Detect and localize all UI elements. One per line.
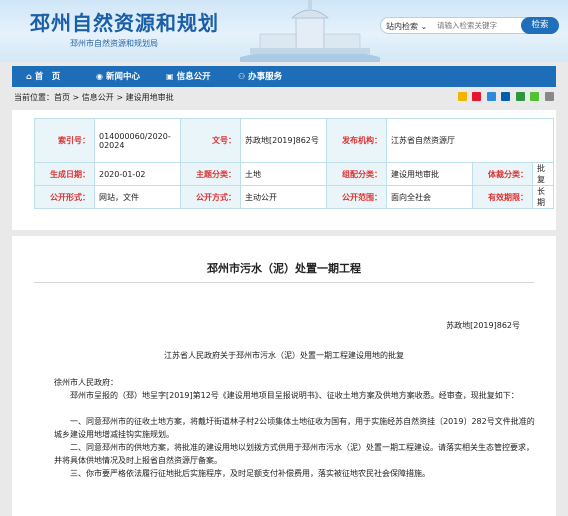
form-label: 公开形式： [34, 185, 95, 209]
term-label: 有效期限： [472, 185, 533, 209]
scope-value: 面向全社会 [386, 185, 473, 209]
form-value: 网站，文件 [94, 185, 181, 209]
article-salutation: 徐州市人民政府： [54, 378, 118, 387]
share-bar [455, 92, 554, 102]
carrier-value: 批复 [532, 162, 554, 186]
service-icon: ⚇ [238, 72, 246, 81]
title-divider [34, 282, 534, 283]
main-nav: ⌂ 首 页 ◉ 新闻中心 ▣ 信息公开 ⚇ 办事服务 [12, 66, 556, 87]
topic-label: 主题分类： [180, 162, 241, 186]
metadata-table: 索引号： 014000060/2020-02024 文号： 苏政地[2019]8… [34, 118, 554, 209]
nav-item-info[interactable]: ▣ 信息公开 [166, 66, 211, 87]
breadcrumb-home[interactable]: 首页 [54, 93, 70, 102]
nav-item-home[interactable]: ⌂ 首 页 [26, 66, 60, 87]
share-weibo-icon[interactable] [472, 92, 482, 101]
search-scope-select[interactable]: 站内检索 ⌄ [386, 21, 427, 32]
share-renren-icon[interactable] [501, 92, 511, 101]
article-subtitle: 江苏省人民政府关于邳州市污水（泥）处置一期工程建设用地的批复 [164, 351, 404, 360]
article-panel: 邳州市污水（泥）处置一期工程 苏政地[2019]862号 江苏省人民政府关于邳州… [12, 236, 556, 516]
banner-building-image [240, 0, 380, 62]
metadata-panel: 索引号： 014000060/2020-02024 文号： 苏政地[2019]8… [12, 110, 556, 230]
org-label: 组配分类： [326, 162, 387, 186]
index-label: 索引号： [34, 118, 95, 163]
breadcrumb-info[interactable]: 信息公开 [82, 93, 114, 102]
share-qzone-icon[interactable] [457, 92, 467, 101]
docno-value: 苏政地[2019]862号 [240, 118, 327, 163]
breadcrumb: 当前位置：首页 > 信息公开 > 建设用地审批 [14, 93, 174, 102]
site-header: 邳州自然资源和规划 邳州市自然资源和规划局 站内检索 ⌄ 检索 [0, 0, 568, 62]
news-icon: ◉ [96, 72, 103, 81]
article-paragraph: 邳州市呈报的（邳）地呈字[2019]第12号《建设用地项目呈报说明书》、征收土地… [54, 391, 519, 400]
site-title[interactable]: 邳州自然资源和规划 [30, 7, 219, 36]
share-wechat-icon[interactable] [530, 92, 540, 101]
nav-item-service[interactable]: ⚇ 办事服务 [238, 66, 282, 87]
date-label: 生成日期： [34, 162, 95, 186]
docno-label: 文号： [180, 118, 241, 163]
org-value: 建设用地审批 [386, 162, 473, 186]
share-tqq-icon[interactable] [486, 92, 496, 101]
publisher-value: 江苏省自然资源厅 [386, 118, 554, 163]
article-paragraph: 二、同意邳州市的供地方案，将批准的建设用地以划拨方式供用于邳州市污水（泥）处置一… [54, 443, 534, 465]
mode-value: 主动公开 [240, 185, 327, 209]
breadcrumb-current[interactable]: 建设用地审批 [126, 93, 174, 102]
scope-label: 公开范围： [326, 185, 387, 209]
article-title: 邳州市污水（泥）处置一期工程 [207, 262, 361, 275]
carrier-label: 体裁分类： [472, 162, 533, 186]
publisher-label: 发布机构： [326, 118, 387, 163]
nav-item-news[interactable]: ◉ 新闻中心 [96, 66, 140, 87]
index-value: 014000060/2020-02024 [94, 118, 181, 163]
date-value: 2020-01-02 [94, 162, 181, 186]
article-paragraph: 一、同意邳州市的征收土地方案，将戴圩街道林子村2公顷集体土地征收为国有，用于实施… [54, 417, 535, 439]
home-icon: ⌂ [26, 72, 32, 81]
mode-label: 公开方式： [180, 185, 241, 209]
search-button[interactable]: 检索 [521, 17, 559, 34]
share-more-icon[interactable] [545, 92, 554, 101]
site-subtitle: 邳州市自然资源和规划局 [70, 39, 158, 48]
article-docno: 苏政地[2019]862号 [446, 321, 520, 330]
share-douban-icon[interactable] [515, 92, 525, 101]
info-icon: ▣ [166, 72, 174, 81]
search-box: 站内检索 ⌄ 检索 [380, 17, 559, 34]
search-input[interactable] [437, 19, 521, 32]
term-value: 长期 [532, 185, 554, 209]
article-paragraph: 三、你市要严格依法履行征地批后实施程序，及时足额支付补偿费用，落实被征地农民社会… [54, 469, 430, 478]
topic-value: 土地 [240, 162, 327, 186]
